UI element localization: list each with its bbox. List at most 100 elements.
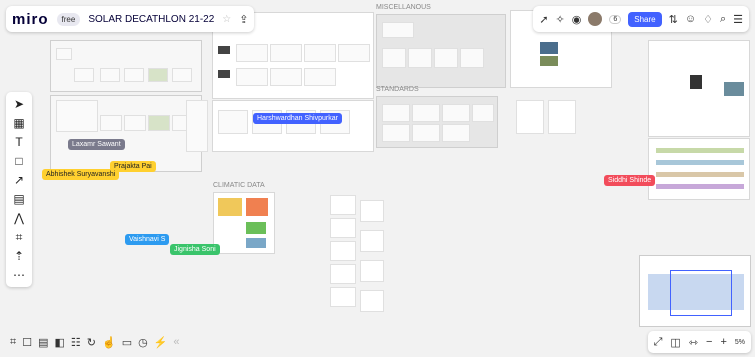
sticky-note-icon[interactable]: □ <box>8 153 30 169</box>
comment-icon[interactable]: ▤ <box>8 191 30 207</box>
voting-icon[interactable]: ☝ <box>102 336 116 349</box>
collaboration-bar: ➚ ✧ ◉ 6 Share ⇅ ☺ ♢ ⌕ ☰ <box>533 6 749 32</box>
thumbnail <box>236 68 268 86</box>
share-button[interactable]: Share <box>628 11 662 27</box>
zoom-in-button[interactable]: + <box>720 336 726 348</box>
thumbnail <box>412 104 440 122</box>
thumbnail <box>74 68 94 82</box>
thumbnail <box>382 48 406 68</box>
collaborator-cursor-tag: Vaishnavi S <box>125 234 170 245</box>
zoom-out-button[interactable]: − <box>706 336 712 348</box>
thumbnail <box>172 68 192 82</box>
celebrate-icon[interactable]: ✧ <box>556 13 565 26</box>
frame-label-miscellanous: MISCELLANOUS <box>376 4 431 11</box>
colored-row <box>656 172 744 177</box>
colored-row <box>656 148 744 153</box>
thumbnail <box>270 44 302 62</box>
thumbnail <box>434 48 458 68</box>
filter-icon[interactable]: ⇅ <box>669 13 678 26</box>
search-icon[interactable]: ⌕ <box>720 13 726 26</box>
templates-icon[interactable]: ▦ <box>8 115 30 131</box>
thumbnail <box>100 115 122 131</box>
miro-logo[interactable]: miro <box>12 11 49 28</box>
board-title[interactable]: SOLAR DECATHLON 21-22 <box>88 14 214 25</box>
drawing-thumbnail <box>330 264 356 284</box>
dark-thumbnail <box>218 70 230 78</box>
left-toolbar: ➤ ▦ T □ ↗ ▤ ⋀ ⌗ ⇡ ⋯ <box>6 92 32 287</box>
chart-thumbnail <box>246 238 266 248</box>
activity-icon[interactable]: ↻ <box>87 336 96 349</box>
frame-left-top[interactable] <box>50 40 202 92</box>
thumbnail <box>472 104 494 122</box>
photo-thumbnail <box>540 56 558 66</box>
minimap-viewport[interactable] <box>670 270 732 316</box>
apps-icon[interactable]: ⚡ <box>154 336 168 349</box>
more-tools-icon[interactable]: ⋯ <box>8 267 30 283</box>
drawing-thumbnail <box>360 230 384 252</box>
notification-icon[interactable]: ♢ <box>703 13 713 26</box>
document-thumbnail <box>516 100 544 134</box>
video-icon[interactable]: ▭ <box>122 336 132 349</box>
dark-thumbnail <box>218 46 230 54</box>
collaborator-cursor-tag: Siddhi Shinde <box>604 175 656 186</box>
text-tool-icon[interactable]: T <box>8 134 30 150</box>
upload-icon[interactable]: ⇡ <box>8 248 30 264</box>
board-menu-icon[interactable]: ☰ <box>733 13 743 26</box>
collaborator-count[interactable]: 6 <box>609 14 622 24</box>
collaborator-cursor-tag: Jignisha Soni <box>170 244 220 255</box>
collaborator-cursor-tag: Harshwardhan Shivpurkar <box>253 113 342 124</box>
minimap[interactable] <box>639 255 751 327</box>
drawing-thumbnail <box>360 260 384 282</box>
thumbnail <box>442 124 470 142</box>
thumbnail <box>148 115 170 131</box>
colored-row <box>656 184 744 189</box>
thumbnail <box>304 68 336 86</box>
dark-thumbnail <box>690 75 702 89</box>
thumbnail <box>148 68 168 82</box>
drawing-thumbnail <box>330 218 356 238</box>
thumbnail <box>124 115 146 131</box>
frame-tool-icon[interactable]: ⌗ <box>8 229 30 245</box>
drawing-thumbnail <box>330 195 356 215</box>
thumbnail <box>270 68 302 86</box>
map-icon[interactable]: ◫ <box>670 336 680 349</box>
chart-thumbnail <box>218 198 242 216</box>
export-icon[interactable]: ⇪ <box>239 13 248 26</box>
thumbnail <box>442 104 470 122</box>
thumbnail <box>382 104 410 122</box>
star-icon[interactable]: ☆ <box>222 14 231 25</box>
connection-line-icon[interactable]: ↗ <box>8 172 30 188</box>
frame-label-standards: STANDARDS <box>376 86 419 93</box>
chat-icon[interactable]: ▤ <box>38 336 48 349</box>
zoom-controls: ⤢ ◫ ⇿ − + 5% <box>647 331 751 353</box>
comments-icon[interactable]: ☐ <box>22 336 32 349</box>
thumbnail <box>412 124 440 142</box>
thumbnail <box>338 44 370 62</box>
frames-list-icon[interactable]: ⌗ <box>10 336 16 349</box>
document-thumbnail <box>548 100 576 134</box>
drawing-thumbnail <box>330 287 356 307</box>
thumbnail <box>304 44 336 62</box>
thumbnail <box>382 124 410 142</box>
collapse-icon[interactable]: « <box>173 336 179 348</box>
timer-icon[interactable]: ◉ <box>572 13 582 26</box>
zoom-level[interactable]: 5% <box>735 339 745 346</box>
colored-row <box>656 160 744 165</box>
pen-tool-icon[interactable]: ⋀ <box>8 210 30 226</box>
plan-badge[interactable]: free <box>56 12 81 26</box>
thumbnail <box>186 100 208 152</box>
photo-thumbnail <box>724 82 744 96</box>
fullscreen-icon[interactable]: ⤢ <box>654 336 663 349</box>
chart-thumbnail <box>246 198 268 216</box>
photo-thumbnail <box>540 42 558 54</box>
drawing-thumbnail <box>360 290 384 312</box>
kanban-icon[interactable]: ☷ <box>71 336 81 349</box>
reactions-icon[interactable]: ➚ <box>539 13 548 26</box>
fit-to-screen-icon[interactable]: ⇿ <box>689 336 698 349</box>
avatar[interactable] <box>588 12 603 26</box>
select-tool-icon[interactable]: ➤ <box>8 96 30 112</box>
cards-icon[interactable]: ◧ <box>54 336 64 349</box>
timer-icon[interactable]: ◷ <box>138 336 148 349</box>
sticker-icon[interactable]: ☺ <box>685 13 696 25</box>
thumbnail <box>56 48 72 60</box>
